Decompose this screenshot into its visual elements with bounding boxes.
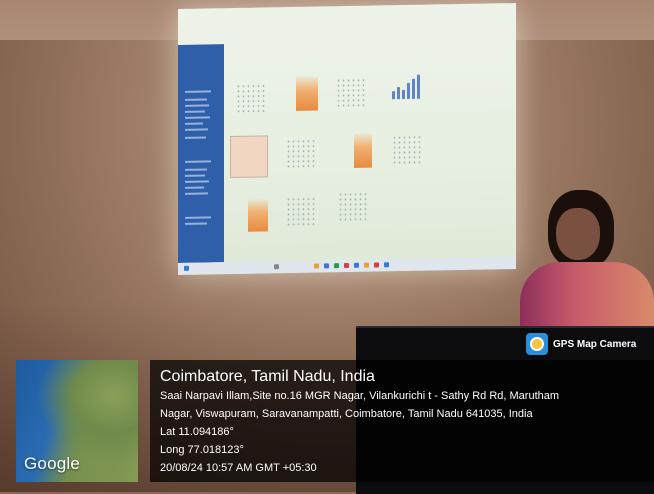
presenter-face	[556, 208, 600, 260]
projected-scatter-thumbnail	[286, 138, 316, 170]
address-line-1: Saai Narpavi Illam,Site no.16 MGR Nagar,…	[160, 390, 560, 402]
timestamp: 20/08/24 10:57 AM GMT +05:30	[160, 462, 317, 474]
gps-camera-icon	[526, 333, 548, 355]
gps-app-name: GPS Map Camera	[553, 338, 637, 350]
latitude: Lat 11.094186°	[160, 426, 234, 438]
projected-scatter-thumbnail	[392, 134, 422, 166]
projected-scatter-thumbnail	[338, 191, 368, 223]
projected-scatter-thumbnail	[286, 196, 316, 228]
projected-area-thumbnail	[296, 76, 318, 111]
projected-area-thumbnail	[248, 199, 268, 232]
projected-sidebar	[178, 44, 224, 263]
projected-screen	[178, 3, 516, 275]
projected-scatter-thumbnail	[236, 83, 266, 114]
location-title: Coimbatore, Tamil Nadu, India	[160, 368, 375, 385]
google-logo: Google	[24, 454, 81, 473]
longitude: Long 77.018123°	[160, 444, 244, 456]
projected-histogram-thumbnail	[230, 135, 268, 179]
projected-area-thumbnail	[354, 133, 372, 168]
address-line-2: Nagar, Viswapuram, Saravanampatti, Coimb…	[160, 408, 533, 420]
projected-bar-thumbnail	[392, 74, 420, 100]
map-thumbnail: Google	[16, 360, 138, 482]
projected-scatter-thumbnail	[336, 77, 366, 109]
gps-map-camera-badge: GPS Map Camera	[526, 333, 636, 355]
